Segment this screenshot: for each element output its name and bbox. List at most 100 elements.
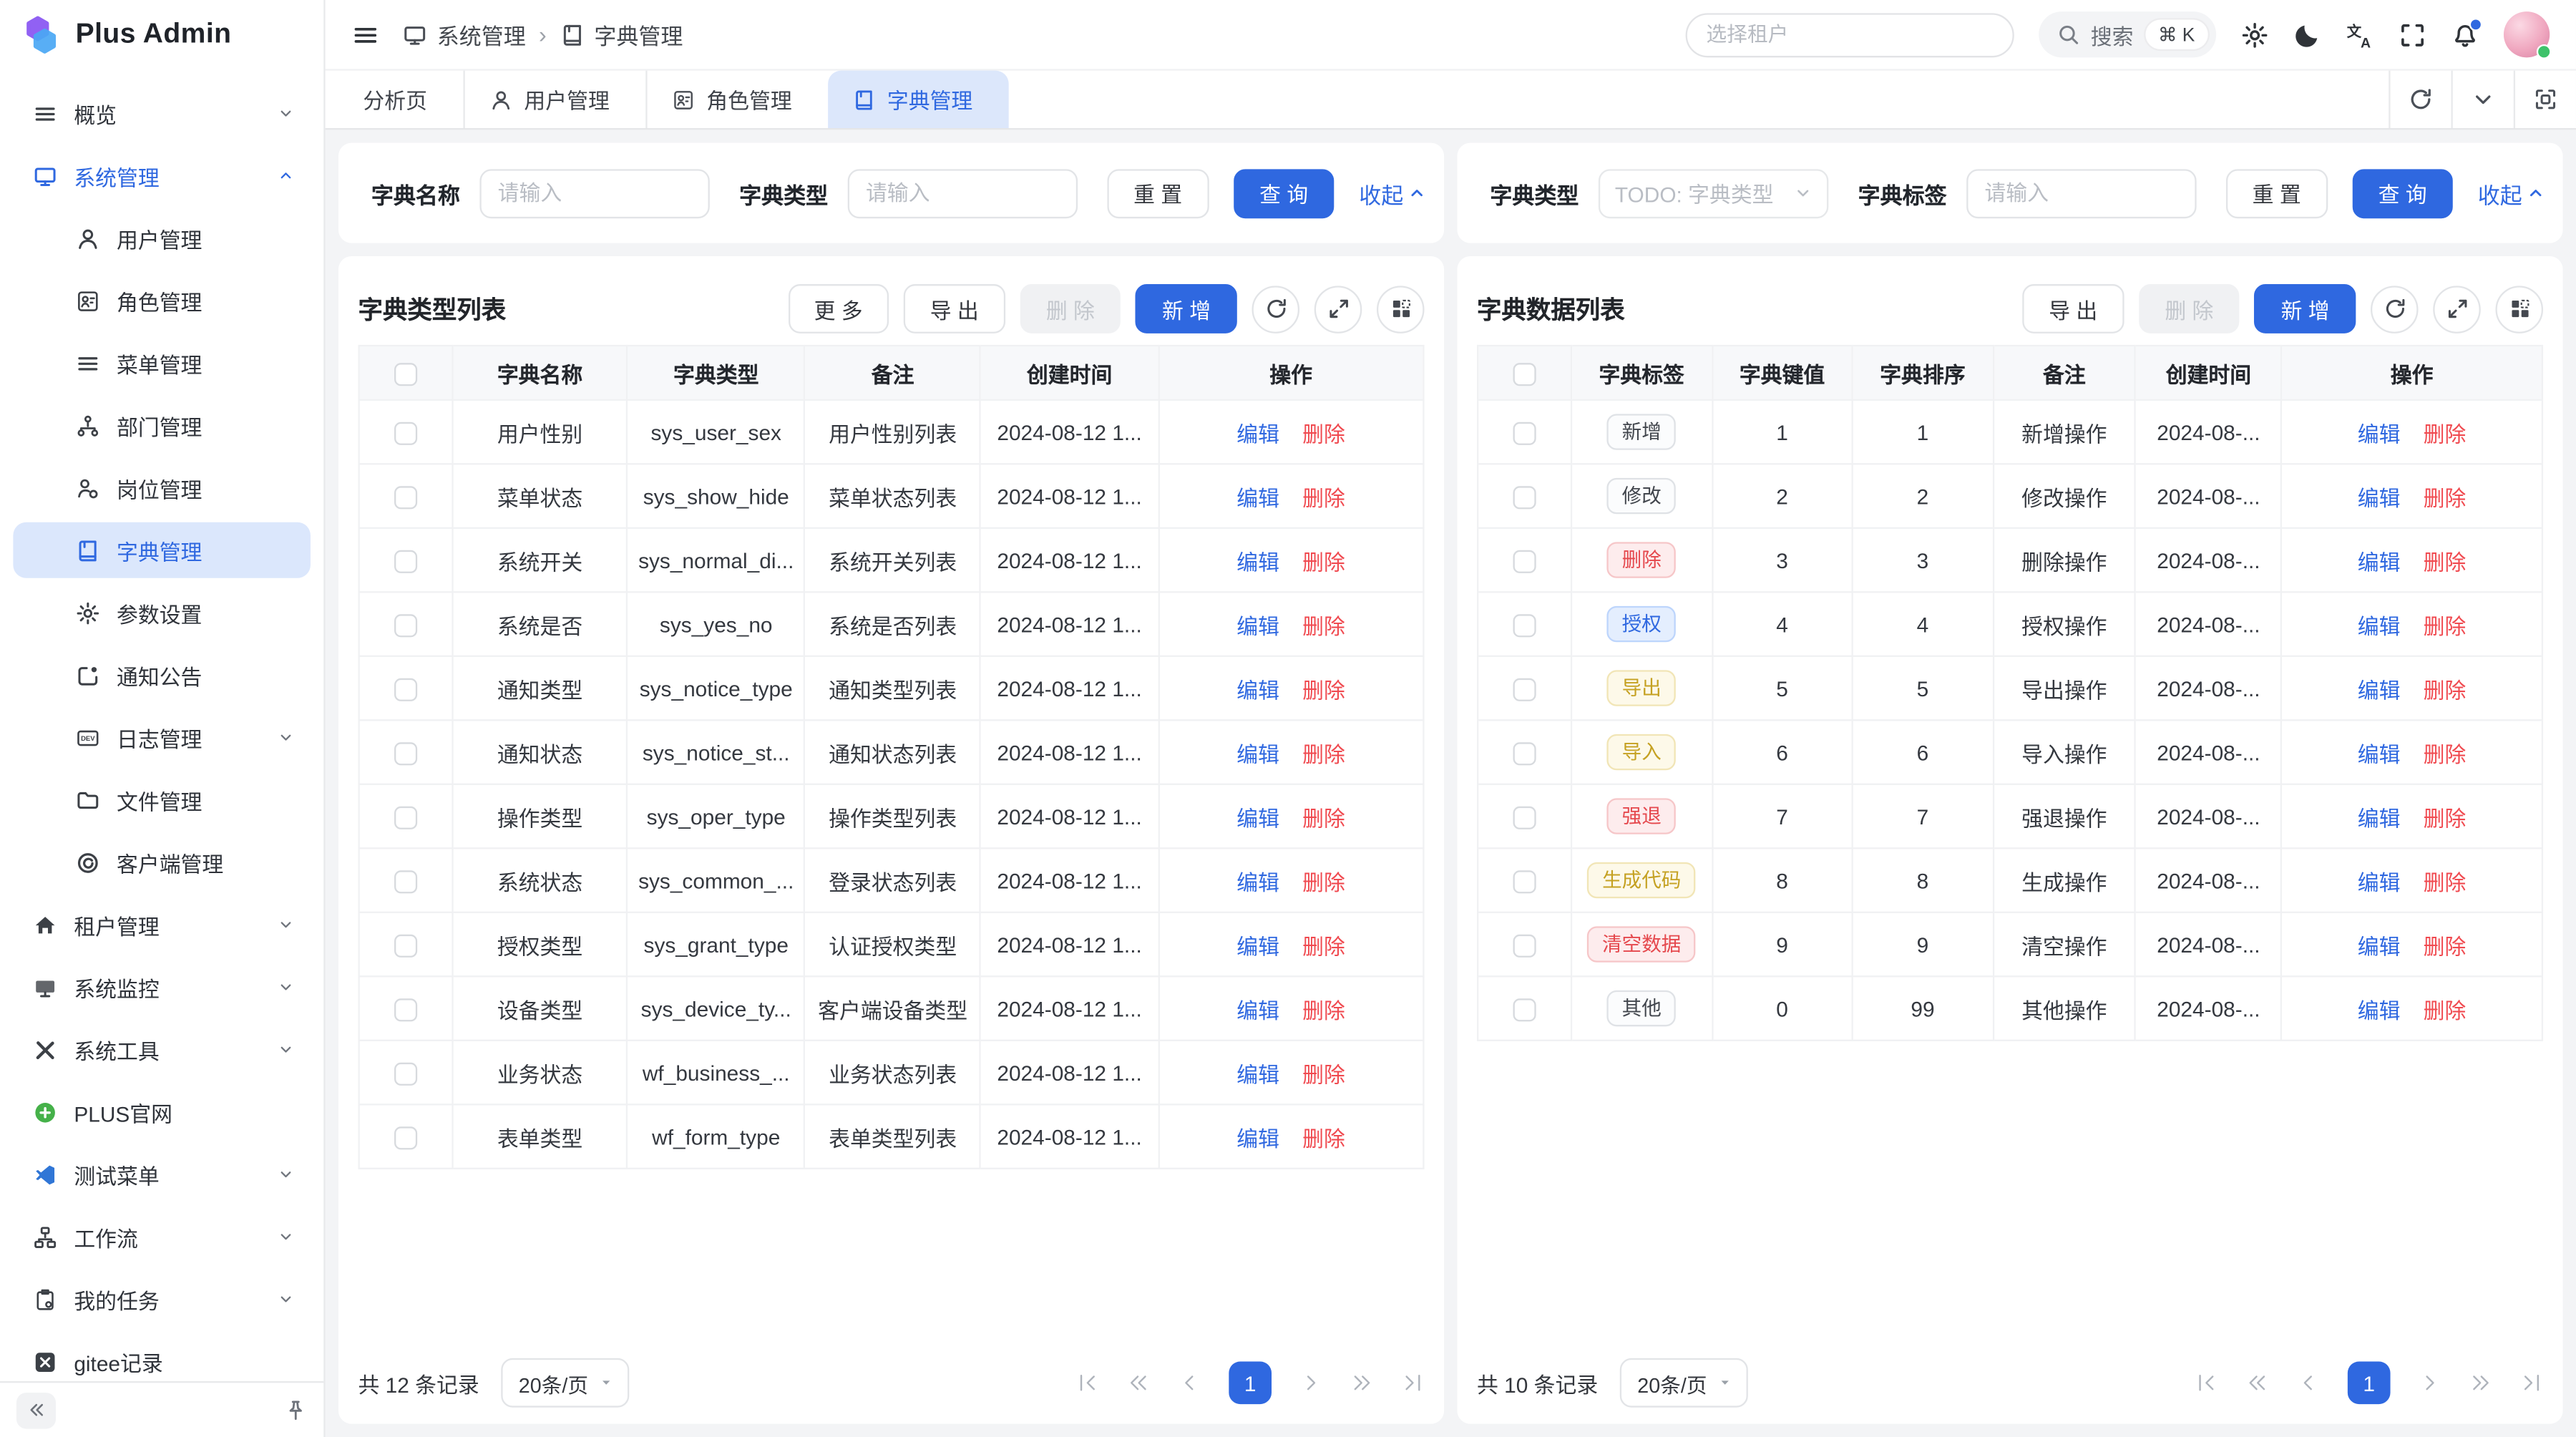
delete-link[interactable]: 删除 [1302, 806, 1345, 830]
first-page-button[interactable] [2195, 1371, 2218, 1394]
page-size-select[interactable]: 20条/页 [1619, 1358, 1748, 1408]
tab-maximize-button[interactable] [2514, 71, 2576, 128]
sidebar-item-5[interactable]: 部门管理 [13, 397, 311, 453]
current-page[interactable]: 1 [1229, 1361, 1272, 1404]
edit-link[interactable]: 编辑 [2358, 678, 2401, 702]
toolbar-button[interactable]: 导 出 [2023, 284, 2124, 333]
delete-link[interactable]: 删除 [1302, 741, 1345, 766]
reset-button[interactable]: 重 置 [1107, 168, 1208, 218]
row-checkbox[interactable] [1513, 870, 1536, 893]
sidebar-item-19[interactable]: 我的任务 [13, 1271, 311, 1327]
last-page-button[interactable] [2520, 1371, 2543, 1394]
delete-link[interactable]: 删除 [2424, 485, 2467, 510]
sidebar-collapse-button[interactable] [16, 1392, 56, 1428]
refresh-button[interactable] [2371, 285, 2419, 333]
row-checkbox[interactable] [1513, 422, 1536, 444]
sidebar-item-15[interactable]: 系统工具 [13, 1021, 311, 1077]
tab-2[interactable]: 角色管理 [645, 71, 828, 128]
edit-link[interactable]: 编辑 [1236, 1126, 1279, 1150]
tab-3[interactable]: 字典管理 [828, 71, 1009, 128]
row-checkbox[interactable] [394, 1126, 417, 1149]
delete-link[interactable]: 删除 [1302, 934, 1345, 958]
row-checkbox[interactable] [1513, 550, 1536, 573]
row-checkbox[interactable] [394, 934, 417, 957]
delete-link[interactable]: 删除 [1302, 998, 1345, 1022]
edit-link[interactable]: 编辑 [2358, 934, 2401, 958]
delete-link[interactable]: 删除 [1302, 422, 1345, 446]
edit-link[interactable]: 编辑 [1236, 550, 1279, 574]
edit-link[interactable]: 编辑 [1236, 678, 1279, 702]
add-button[interactable]: 新 增 [2255, 284, 2356, 333]
next-group-button[interactable] [2469, 1371, 2492, 1394]
breadcrumb-item-dict[interactable]: 字典管理 [560, 18, 683, 51]
next-group-button[interactable] [1350, 1371, 1373, 1394]
edit-link[interactable]: 编辑 [2358, 806, 2401, 830]
sidebar-item-10[interactable]: DEV日志管理 [13, 709, 311, 765]
delete-link[interactable]: 删除 [1302, 485, 1345, 510]
row-checkbox[interactable] [1513, 742, 1536, 765]
row-checkbox[interactable] [394, 742, 417, 765]
tenant-select-input[interactable] [1685, 12, 2014, 57]
delete-link[interactable]: 删除 [1302, 1062, 1345, 1086]
sidebar-item-20[interactable]: gitee记录 [13, 1333, 311, 1381]
sidebar-item-11[interactable]: 文件管理 [13, 772, 311, 828]
edit-link[interactable]: 编辑 [1236, 806, 1279, 830]
delete-link[interactable]: 删除 [2424, 869, 2467, 894]
edit-link[interactable]: 编辑 [2358, 485, 2401, 510]
reset-button[interactable]: 重 置 [2226, 168, 2327, 218]
delete-link[interactable]: 删除 [2424, 998, 2467, 1022]
fullscreen-button[interactable] [2399, 21, 2426, 49]
prev-group-button[interactable] [2245, 1371, 2268, 1394]
row-checkbox[interactable] [394, 806, 417, 829]
edit-link[interactable]: 编辑 [2358, 613, 2401, 638]
settings-button[interactable] [2241, 21, 2269, 49]
select-all-checkbox[interactable] [394, 363, 417, 386]
add-button[interactable]: 新 增 [1136, 284, 1236, 333]
sidebar-item-3[interactable]: 角色管理 [13, 273, 311, 328]
refresh-button[interactable] [1252, 285, 1299, 333]
row-checkbox[interactable] [394, 870, 417, 893]
query-button[interactable]: 查 询 [1233, 168, 1334, 218]
row-checkbox[interactable] [1513, 806, 1536, 829]
row-checkbox[interactable] [1513, 486, 1536, 509]
row-checkbox[interactable] [394, 422, 417, 444]
select-all-checkbox[interactable] [1513, 363, 1536, 386]
last-page-button[interactable] [1401, 1371, 1424, 1394]
page-size-select[interactable]: 20条/页 [501, 1358, 630, 1408]
sidebar-item-6[interactable]: 岗位管理 [13, 460, 311, 516]
delete-button[interactable]: 删 除 [2139, 284, 2240, 333]
delete-link[interactable]: 删除 [2424, 613, 2467, 638]
edit-link[interactable]: 编辑 [1236, 1062, 1279, 1086]
collapse-link[interactable]: 收起 [2478, 177, 2545, 210]
dict-type-input[interactable] [848, 168, 1078, 218]
sidebar-item-14[interactable]: 系统监控 [13, 959, 311, 1015]
tab-more-button[interactable] [2451, 71, 2513, 128]
prev-page-button[interactable] [2297, 1371, 2320, 1394]
row-checkbox[interactable] [394, 614, 417, 637]
notifications-button[interactable] [2451, 21, 2479, 49]
breadcrumb-item-system[interactable]: 系统管理 [402, 18, 525, 51]
edit-link[interactable]: 编辑 [1236, 485, 1279, 510]
edit-link[interactable]: 编辑 [2358, 741, 2401, 766]
query-button[interactable]: 查 询 [2352, 168, 2453, 218]
language-button[interactable]: 文A [2346, 21, 2374, 49]
delete-link[interactable]: 删除 [1302, 550, 1345, 574]
dict-type-select[interactable]: TODO: 字典类型 [1599, 168, 1828, 218]
avatar[interactable] [2504, 11, 2550, 57]
delete-link[interactable]: 删除 [2424, 806, 2467, 830]
delete-link[interactable]: 删除 [1302, 613, 1345, 638]
row-checkbox[interactable] [1513, 934, 1536, 957]
column-settings-button[interactable] [2495, 285, 2543, 333]
delete-link[interactable]: 删除 [1302, 1126, 1345, 1150]
toolbar-button[interactable]: 更 多 [788, 284, 889, 333]
sidebar-item-18[interactable]: 工作流 [13, 1209, 311, 1265]
maximize-table-button[interactable] [1314, 285, 1362, 333]
row-checkbox[interactable] [1513, 998, 1536, 1021]
sidebar-item-0[interactable]: 概览 [13, 85, 311, 141]
sidebar-item-1[interactable]: 系统管理 [13, 148, 311, 204]
sidebar-item-12[interactable]: 客户端管理 [13, 834, 311, 890]
delete-link[interactable]: 删除 [2424, 934, 2467, 958]
row-checkbox[interactable] [394, 550, 417, 573]
edit-link[interactable]: 编辑 [2358, 998, 2401, 1022]
dict-name-input[interactable] [479, 168, 709, 218]
